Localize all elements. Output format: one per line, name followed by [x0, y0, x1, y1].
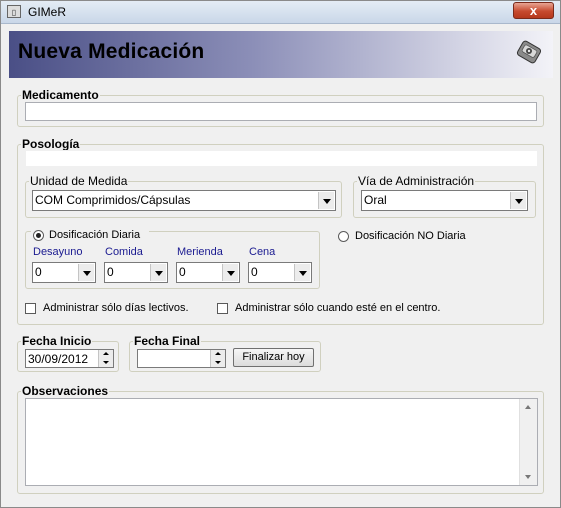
desayuno-select[interactable]: 0: [32, 262, 96, 283]
check-en-centro[interactable]: Administrar sólo cuando esté en el centr…: [217, 302, 441, 316]
spin-down-icon[interactable]: [98, 358, 113, 367]
pills-disk-icon: [516, 40, 542, 64]
chevron-down-icon[interactable]: [294, 264, 310, 281]
chevron-down-icon[interactable]: [510, 192, 526, 209]
unidad-medida-legend: Unidad de Medida: [30, 174, 128, 188]
fecha-inicio-value: 30/09/2012: [28, 352, 89, 366]
dosificacion-no-diaria-radio[interactable]: [338, 231, 349, 242]
comida-value: 0: [107, 265, 114, 279]
finalizar-hoy-button[interactable]: Finalizar hoy: [233, 348, 314, 367]
fecha-inicio-field[interactable]: 30/09/2012: [25, 349, 114, 368]
scroll-down-icon[interactable]: [520, 469, 536, 485]
cena-value: 0: [251, 265, 258, 279]
dosificacion-diaria-radio[interactable]: [33, 230, 44, 241]
title-bar[interactable]: ▯ GIMeR x: [1, 1, 560, 24]
observaciones-legend: Observaciones: [22, 384, 109, 398]
via-administracion-select[interactable]: Oral: [361, 190, 528, 211]
via-administracion-legend: Vía de Administración: [358, 174, 475, 188]
chevron-down-icon[interactable]: [222, 264, 238, 281]
medicamento-input[interactable]: [25, 102, 537, 121]
observaciones-scrollbar[interactable]: [519, 399, 537, 485]
check-dias-lectivos[interactable]: Administrar sólo días lectivos.: [25, 302, 195, 316]
en-centro-label: Administrar sólo cuando esté en el centr…: [235, 302, 441, 314]
merienda-select[interactable]: 0: [176, 262, 240, 283]
posologia-legend: Posología: [22, 137, 80, 151]
meal-label-desayuno: Desayuno: [33, 246, 83, 258]
close-button[interactable]: x: [513, 2, 554, 19]
meal-label-cena: Cena: [249, 246, 276, 258]
fecha-inicio-legend: Fecha Inicio: [22, 334, 92, 348]
medicamento-legend: Medicamento: [22, 88, 99, 102]
spin-down-icon[interactable]: [210, 358, 225, 367]
dosificacion-diaria-option[interactable]: Dosificación Diaria: [31, 229, 149, 243]
unidad-medida-select[interactable]: COM Comprimidos/Cápsulas: [32, 190, 336, 211]
dias-lectivos-label: Administrar sólo días lectivos.: [43, 302, 189, 314]
observaciones-textarea[interactable]: [25, 398, 538, 486]
fecha-final-field[interactable]: [137, 349, 226, 368]
merienda-value: 0: [179, 265, 186, 279]
via-administracion-value: Oral: [364, 193, 387, 207]
page-title: Nueva Medicación: [18, 40, 205, 63]
unidad-medida-value: COM Comprimidos/Cápsulas: [35, 193, 191, 207]
scroll-up-icon[interactable]: [520, 399, 536, 415]
desayuno-value: 0: [35, 265, 42, 279]
meal-label-merienda: Merienda: [177, 246, 223, 258]
medication-dialog: ▯ GIMeR x Nueva Medicación Medicamento P…: [0, 0, 561, 508]
dosificacion-diaria-label: Dosificación Diaria: [49, 229, 141, 241]
meal-label-comida: Comida: [105, 246, 143, 258]
fecha-final-legend: Fecha Final: [134, 334, 201, 348]
chevron-down-icon[interactable]: [318, 192, 334, 209]
chevron-down-icon[interactable]: [150, 264, 166, 281]
window-title: GIMeR: [28, 5, 67, 19]
header-banner: Nueva Medicación: [9, 31, 553, 78]
dosificacion-no-diaria-option[interactable]: Dosificación NO Diaria: [337, 230, 467, 244]
comida-select[interactable]: 0: [104, 262, 168, 283]
cena-select[interactable]: 0: [248, 262, 312, 283]
chevron-down-icon[interactable]: [78, 264, 94, 281]
dosificacion-no-diaria-label: Dosificación NO Diaria: [355, 230, 466, 242]
app-icon: ▯: [7, 5, 21, 18]
dias-lectivos-checkbox[interactable]: [25, 303, 36, 314]
posologia-input[interactable]: [25, 150, 538, 167]
en-centro-checkbox[interactable]: [217, 303, 228, 314]
